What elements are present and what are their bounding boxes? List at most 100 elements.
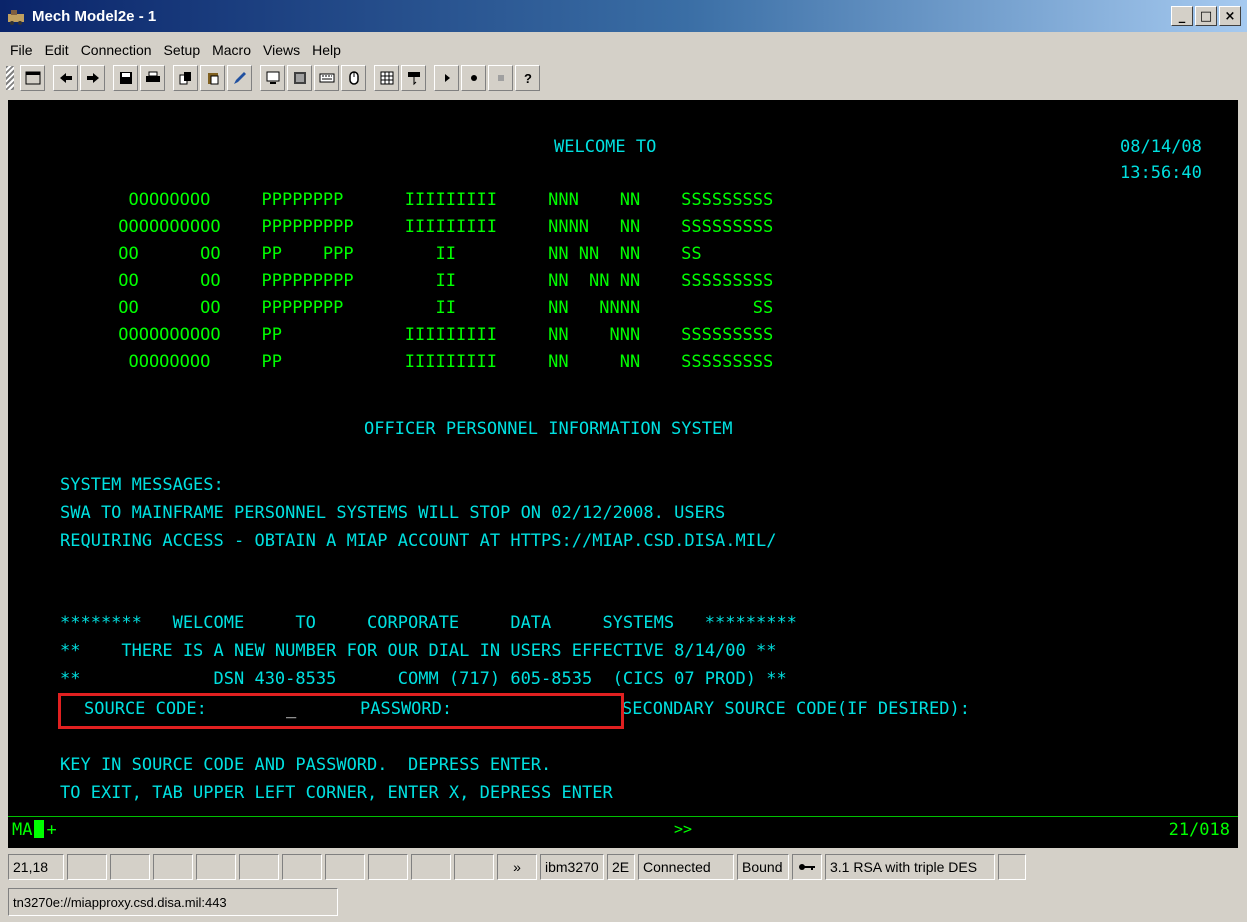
menu-macro[interactable]: Macro (206, 42, 257, 58)
welcome-text: WELCOME TO (554, 137, 657, 157)
cds-phone: ** DSN 430-8535 COMM (717) 605-8535 (CIC… (60, 669, 787, 689)
menu-file[interactable]: File (4, 42, 39, 58)
cds-banner: ******** WELCOME TO CORPORATE DATA SYSTE… (60, 613, 797, 633)
screen-button[interactable] (287, 65, 312, 91)
oia-status: MA + (12, 820, 57, 840)
copy-button[interactable] (173, 65, 198, 91)
status-cell (110, 854, 150, 880)
connection-url: tn3270e://miapproxy.csd.disa.mil:443 (8, 888, 338, 916)
play-button[interactable] (434, 65, 459, 91)
system-message: SWA TO MAINFRAME PERSONNEL SYSTEMS WILL … (60, 503, 726, 523)
menu-connection[interactable]: Connection (75, 42, 158, 58)
status-cell (325, 854, 365, 880)
edit-icon (233, 72, 246, 84)
svg-text:?: ? (524, 71, 532, 86)
banner-row: OOOOOOOOOO PPPPPPPPP IIIIIIIII NNNN NN S… (108, 217, 774, 237)
edit-button[interactable] (227, 65, 252, 91)
menu-views[interactable]: Views (257, 42, 306, 58)
maximize-button[interactable]: □ (1195, 6, 1217, 26)
back-button[interactable] (53, 65, 78, 91)
cursor-indicator (34, 820, 45, 838)
menu-bar: File Edit Connection Setup Macro Views H… (0, 38, 347, 62)
minimize-button[interactable]: _ (1171, 6, 1193, 26)
save-icon (119, 72, 132, 84)
system-message: REQUIRING ACCESS - OBTAIN A MIAP ACCOUNT… (60, 531, 777, 551)
cds-notice: ** THERE IS A NEW NUMBER FOR OUR DIAL IN… (60, 641, 777, 661)
status-connection: Connected (638, 854, 734, 880)
forward-arrow-icon (86, 73, 99, 83)
oia-divider (8, 816, 1238, 817)
status-cell (411, 854, 451, 880)
key-icon (792, 854, 822, 880)
play-icon (444, 74, 450, 82)
status-cell (67, 854, 107, 880)
window-button[interactable] (20, 65, 45, 91)
status-cell (153, 854, 193, 880)
status-cell (454, 854, 494, 880)
key-glyph (799, 864, 815, 870)
hotspot-button[interactable] (401, 65, 426, 91)
banner-row: OO OO PPPPPPPP II NN NNNN SS (108, 298, 774, 318)
status-cursor-position: 21,18 (8, 854, 64, 880)
screen-icon (293, 72, 306, 84)
login-highlight-box (58, 693, 624, 729)
close-button[interactable]: × (1219, 6, 1241, 26)
banner-row: OO OO PPPPPPPPP II NN NN NN SSSSSSSSS (108, 271, 774, 291)
status-terminal-type: ibm3270 (540, 854, 604, 880)
status-bar: 21,18 » ibm3270 2E Connected Bound 3.1 R… (8, 852, 1238, 882)
window-title: Mech Model2e - 1 (32, 7, 157, 25)
help-button[interactable]: ? (515, 65, 540, 91)
status-model: 2E (607, 854, 635, 880)
hotspot-icon (407, 72, 420, 86)
status-cell (368, 854, 408, 880)
monitor-button[interactable] (260, 65, 285, 91)
title-bar: Mech Model2e - 1 _ □ × (0, 0, 1247, 32)
oia-mode: MA (12, 820, 33, 840)
terminal-time: 13:56:40 (1120, 163, 1202, 183)
close-icon: × (1224, 8, 1236, 24)
banner-row: OOOOOOOOOO PP IIIIIIIII NN NNN SSSSSSSSS (108, 325, 774, 345)
copy-icon (179, 72, 191, 85)
mouse-icon (348, 71, 359, 85)
app-icon (8, 10, 24, 25)
status-cell (998, 854, 1026, 880)
menu-edit[interactable]: Edit (39, 42, 75, 58)
save-button[interactable] (113, 65, 138, 91)
keyboard-icon (319, 73, 334, 83)
banner-row: OO OO PP PPP II NN NN NN SS (108, 244, 702, 264)
toolbar-grip[interactable] (6, 66, 14, 90)
status-cell (282, 854, 322, 880)
instruction-text: KEY IN SOURCE CODE AND PASSWORD. DEPRESS… (60, 755, 552, 775)
banner-row: OOOOOOOO PPPPPPPP IIIIIIIII NNN NN SSSSS… (108, 190, 774, 210)
secondary-source-label: SECONDARY SOURCE CODE(IF DESIRED): (622, 699, 970, 719)
mouse-button[interactable] (341, 65, 366, 91)
minimize-icon: _ (1178, 8, 1186, 24)
status-cell (239, 854, 279, 880)
record-button[interactable] (461, 65, 486, 91)
oia-plus: + (46, 820, 57, 840)
record-icon (470, 75, 477, 81)
help-icon: ? (524, 71, 532, 86)
keyboard-button[interactable] (314, 65, 339, 91)
menu-setup[interactable]: Setup (158, 42, 207, 58)
stop-button[interactable] (488, 65, 513, 91)
terminal-screen[interactable]: WELCOME TO 08/14/08 13:56:40 OOOOOOOO PP… (8, 100, 1238, 848)
paste-icon (207, 73, 218, 85)
status-bound: Bound (737, 854, 789, 880)
forward-button[interactable] (80, 65, 105, 91)
paste-button[interactable] (200, 65, 225, 91)
terminal-date: 08/14/08 (1120, 137, 1202, 157)
status-cell (196, 854, 236, 880)
print-button[interactable] (140, 65, 165, 91)
status-encryption: 3.1 RSA with triple DES (825, 854, 995, 880)
instruction-text: TO EXIT, TAB UPPER LEFT CORNER, ENTER X,… (60, 783, 613, 803)
stop-icon (497, 75, 504, 81)
maximize-icon: □ (1199, 8, 1213, 24)
print-icon (145, 71, 160, 82)
banner-row: OOOOOOOO PP IIIIIIIII NN NN SSSSSSSSS (108, 352, 774, 372)
menu-help[interactable]: Help (306, 42, 347, 58)
grid-button[interactable] (374, 65, 399, 91)
oia-insert: >> (674, 820, 693, 838)
monitor-icon (266, 71, 279, 84)
window-icon (25, 71, 40, 85)
